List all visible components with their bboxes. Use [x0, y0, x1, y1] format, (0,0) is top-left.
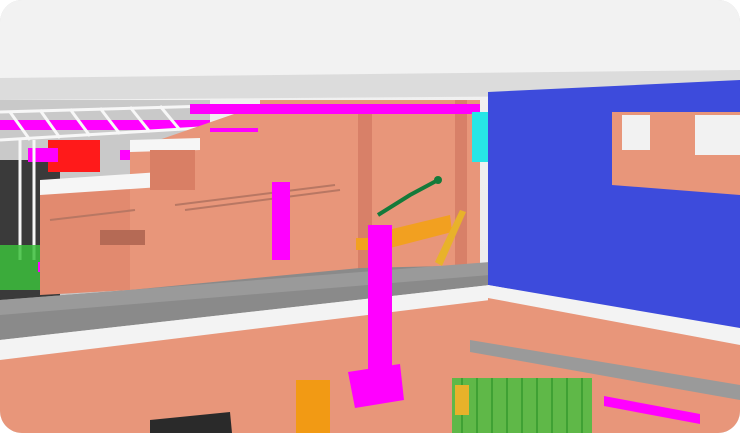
magenta-riser-middle [272, 182, 290, 260]
structural-column-right [455, 100, 467, 275]
recessed-window [150, 150, 195, 190]
cyan-panel [472, 112, 488, 162]
magenta-branch [210, 128, 258, 132]
model-scene[interactable] [0, 0, 740, 433]
sky-background [0, 0, 740, 80]
orange-block-lower [296, 380, 330, 433]
magenta-main-pipe [190, 104, 480, 114]
window-pane-right [695, 115, 740, 155]
orange-bracket [356, 238, 370, 250]
bim-3d-viewport[interactable] [0, 0, 740, 433]
orange-fitting-lower [455, 385, 469, 415]
magenta-riser-main [368, 225, 392, 390]
white-ledge [130, 138, 200, 152]
pipe-cap [434, 176, 442, 184]
window-pane-left [622, 115, 650, 150]
dark-opening [100, 230, 145, 245]
